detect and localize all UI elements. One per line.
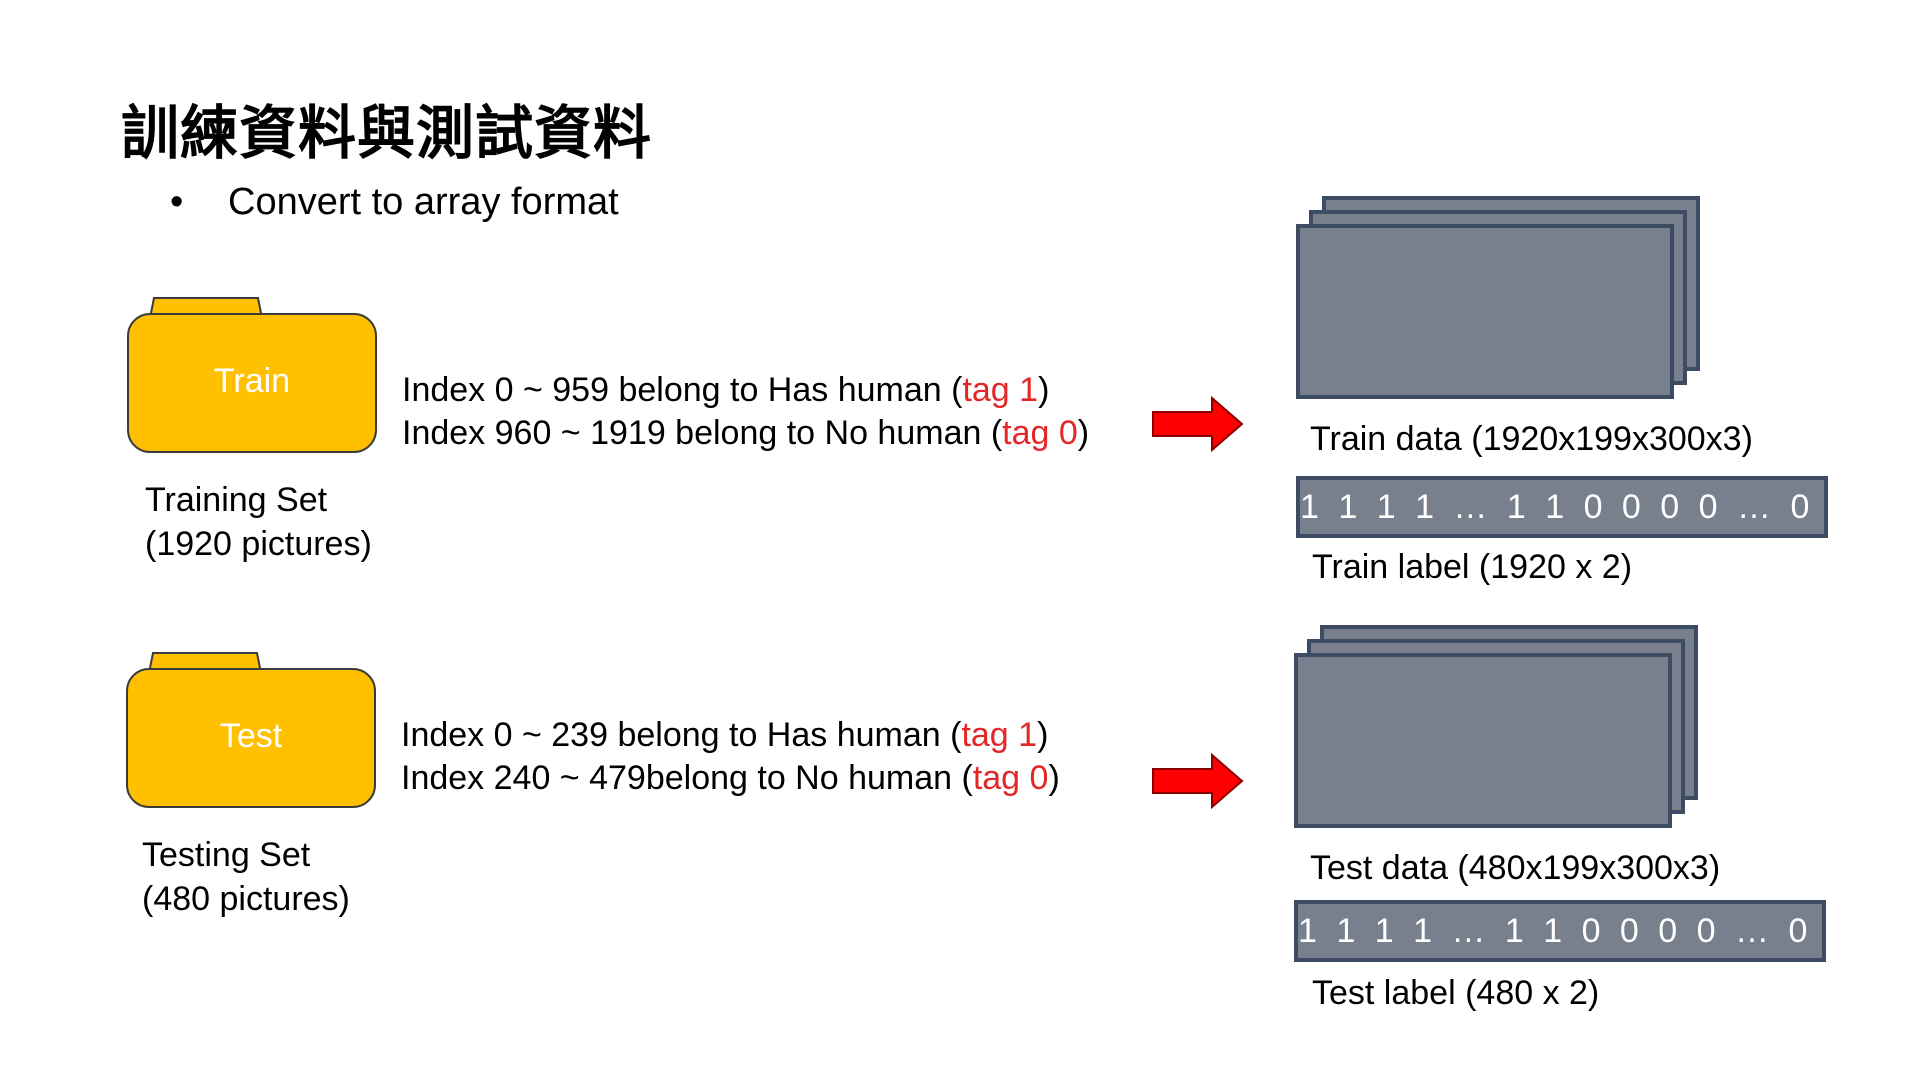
train-line1-text: Index 0 ~ 959 belong to Has human ( — [402, 371, 963, 409]
train-folder-label: Train — [213, 362, 291, 400]
train-line1-suffix: ) — [1038, 371, 1050, 409]
training-set-caption-line1: Training Set — [145, 481, 328, 519]
train-tag-1: tag 1 — [962, 371, 1039, 409]
testing-set-caption: Testing Set (480 pictures) — [142, 833, 350, 921]
test-index-description: Index 0 ~ 239 belong to Has human (tag 1… — [401, 714, 1060, 800]
train-data-sheet-front — [1296, 224, 1674, 399]
bullet-item: • Convert to array format — [170, 181, 619, 224]
train-label-bar: 1 1 1 1 … 1 1 0 0 0 0 … 0 0 — [1296, 476, 1848, 538]
train-line2-suffix: ) — [1077, 414, 1090, 452]
test-folder-label: Test — [219, 717, 283, 755]
test-right-arrow-icon — [1152, 752, 1244, 810]
bullet-text: Convert to array format — [228, 181, 619, 223]
test-data-caption: Test data (480x199x300x3) — [1310, 849, 1721, 887]
test-line1-text: Index 0 ~ 239 belong to Has human ( — [401, 716, 962, 754]
test-index-line-1: Index 0 ~ 239 belong to Has human (tag 1… — [401, 714, 1060, 757]
test-line1-suffix: ) — [1037, 716, 1049, 754]
test-tag-1: tag 1 — [961, 716, 1038, 754]
training-set-caption-line2: (1920 pictures) — [145, 525, 372, 563]
train-index-description: Index 0 ~ 959 belong to Has human (tag 1… — [402, 369, 1089, 455]
train-label-caption: Train label (1920 x 2) — [1312, 548, 1633, 586]
test-line2-text: Index 240 ~ 479belong to No human ( — [401, 759, 973, 797]
test-label-caption: Test label (480 x 2) — [1312, 974, 1600, 1012]
train-index-line-2: Index 960 ~ 1919 belong to No human (tag… — [402, 412, 1089, 455]
testing-set-caption-line2: (480 pictures) — [142, 880, 350, 918]
test-index-line-2: Index 240 ~ 479belong to No human (tag 0… — [401, 757, 1060, 800]
train-right-arrow-icon — [1152, 395, 1244, 453]
test-label-bar: 1 1 1 1 … 1 1 0 0 0 0 … 0 0 — [1294, 900, 1846, 962]
train-index-line-1: Index 0 ~ 959 belong to Has human (tag 1… — [402, 369, 1089, 412]
training-set-caption: Training Set (1920 pictures) — [145, 478, 372, 566]
test-tag-0: tag 0 — [972, 759, 1049, 797]
train-folder-icon: Train — [126, 296, 378, 456]
test-data-stack — [1294, 625, 1704, 840]
train-data-stack — [1296, 196, 1706, 411]
bullet-dot: • — [170, 181, 184, 223]
testing-set-caption-line1: Testing Set — [142, 836, 311, 874]
slide-title: 訓練資料與測試資料 — [121, 99, 653, 167]
train-tag-0: tag 0 — [1002, 414, 1078, 452]
test-folder-icon: Test — [125, 651, 377, 811]
test-line2-suffix: ) — [1048, 759, 1060, 797]
test-data-sheet-front — [1294, 653, 1672, 828]
train-data-caption: Train data (1920x199x300x3) — [1310, 420, 1753, 458]
train-line2-text: Index 960 ~ 1919 belong to No human ( — [402, 414, 1003, 452]
